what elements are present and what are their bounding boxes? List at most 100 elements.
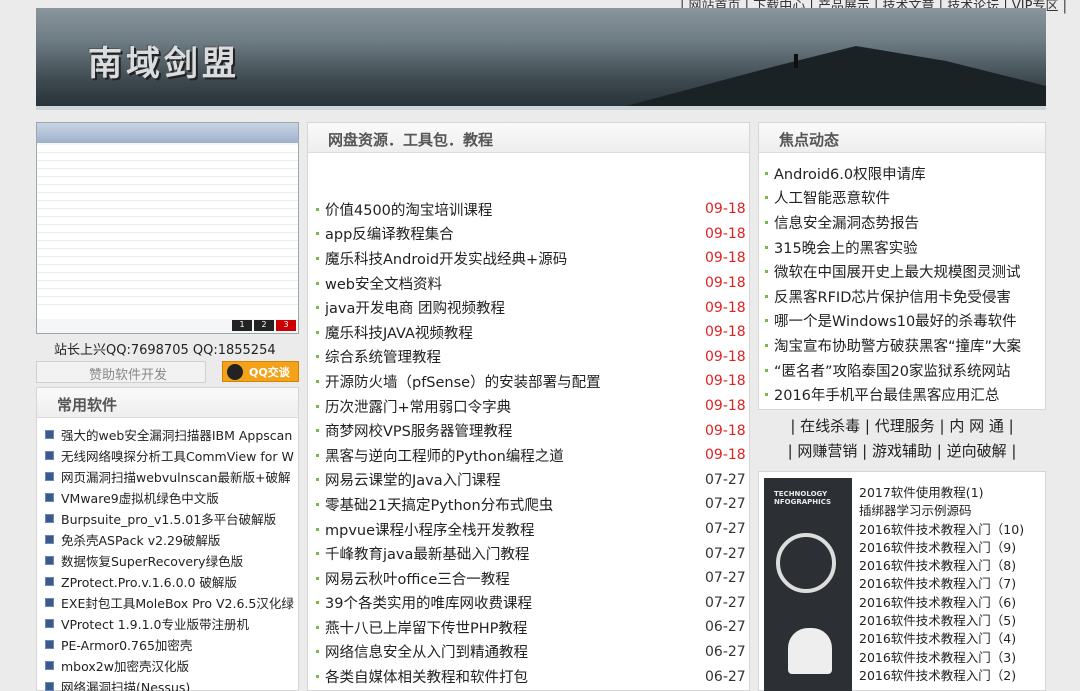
book-link[interactable]: 2016软件技术教程入门（6) [859,592,1024,610]
common-software-panel: 常用软件 强大的web安全漏洞扫描器IBM Appscan 无线网络嗅探分析工具C… [36,387,299,691]
focus-item[interactable]: 微软在中国展开史上最大规模图灵测试 [765,259,1045,284]
resource-item[interactable]: java开发电商 团购视频教程 09-18 [316,295,749,320]
software-item[interactable]: 网络漏洞扫描(Nessus) [45,676,298,691]
file-icon [45,577,54,586]
resource-title[interactable]: 千峰教育java最新基础入门教程 [325,543,705,564]
service-links-row-1[interactable]: | 在线杀毒 | 代理服务 | 内 网 通 | [758,414,1046,439]
resource-title[interactable]: mpvue课程小程序全栈开发教程 [325,519,705,540]
bullet-icon [316,306,319,310]
software-item[interactable]: PE-Armor0.765加密壳 [45,634,298,655]
resource-item[interactable]: 各类自媒体相关教程和软件打包 06-27 [316,664,749,689]
resource-item[interactable]: 千峰教育java最新基础入门教程 07-27 [316,541,749,566]
software-item[interactable]: Burpsuite_pro_v1.5.01多平台破解版 [45,508,298,529]
book-link[interactable]: 2016软件技术教程入门（8) [859,555,1024,573]
resource-item[interactable]: 燕十八已上岸留下传世PHP教程 06-27 [316,615,749,640]
software-item[interactable]: VProtect 1.9.1.0专业版带注册机 [45,613,298,634]
resource-title[interactable]: 零基础21天搞定Python分布式爬虫 [325,494,705,515]
book-link[interactable]: 2016软件技术教程入门（2) [859,665,1024,683]
resource-title[interactable]: 燕十八已上岸留下传世PHP教程 [325,617,705,638]
bullet-icon [765,270,768,274]
resource-title[interactable]: 价值4500的淘宝培训课程 [325,199,705,220]
book-link[interactable]: 2016软件技术教程入门（10) [859,519,1024,537]
resource-item[interactable]: 历次泄露门+常用弱口令字典 09-18 [316,394,749,419]
resources-list: 价值4500的淘宝培训课程 09-18 app反编译教程集合 09-18 魔乐科技And… [308,153,749,691]
software-item[interactable]: ZProtect.Pro.v.1.6.0.0 破解版 [45,571,298,592]
focus-item[interactable]: 淘宝宣布协助警方破获黑客“撞库”大案 [765,333,1045,358]
resource-title[interactable]: java开发电商 团购视频教程 [325,297,705,318]
resource-item[interactable]: mpvue课程小程序全栈开发教程 07-27 [316,517,749,542]
resource-title[interactable]: 39个各类实用的唯库网收费课程 [325,592,705,613]
resource-item[interactable]: 魔乐科技JAVA视频教程 09-18 [316,320,749,345]
software-item[interactable]: 网页漏洞扫描webvulnscan最新版+破解 [45,466,298,487]
screenshot-tab[interactable]: 1 [232,320,252,331]
book-link[interactable]: 2017软件使用教程(1) [859,482,1024,500]
resource-title[interactable]: 黑客与逆向工程师的Python编程之道 [325,445,705,466]
bullet-icon [316,576,319,580]
screenshot-row [37,233,298,241]
focus-item[interactable]: 人工智能恶意软件 [765,186,1045,211]
screenshot-tab[interactable]: 3 [276,320,296,331]
software-item[interactable]: VMware9虚拟机绿色中文版 [45,487,298,508]
resource-title[interactable]: 综合系统管理教程 [325,346,705,367]
focus-item[interactable]: 2016年手机平台最佳黑客应用汇总 [765,382,1045,407]
resource-title[interactable]: 网易云秋叶office三合一教程 [325,568,705,589]
resource-item[interactable]: 网易云课堂的Java入门课程 07-27 [316,468,749,493]
software-item[interactable]: 无线网络嗅探分析工具CommView for W [45,445,298,466]
software-item[interactable]: EXE封包工具MoleBox Pro V2.6.5汉化绿 [45,592,298,613]
focus-item[interactable]: 信息安全漏洞态势报告 [765,210,1045,235]
book-link[interactable]: 插绑器学习示例源码 [859,500,1024,518]
sponsor-button[interactable]: 赞助软件开发 [36,361,206,383]
focus-item[interactable]: Android6.0权限申请库 [765,161,1045,186]
resource-item[interactable]: 零基础21天搞定Python分布式爬虫 07-27 [316,492,749,517]
focus-item[interactable]: 哪一个是Windows10最好的杀毒软件 [765,309,1045,334]
resource-title[interactable]: 历次泄露门+常用弱口令字典 [325,396,705,417]
resource-date: 07-27 [705,594,746,611]
software-item[interactable]: 免杀壳ASPack v2.29破解版 [45,529,298,550]
resource-item[interactable]: 价值4500的淘宝培训课程 09-18 [316,197,749,222]
bullet-icon [316,256,319,260]
resource-item[interactable]: 黑客与逆向工程师的Python编程之道 09-18 [316,443,749,468]
bullet-icon [765,294,768,298]
book-link[interactable]: 2016软件技术教程入门（3) [859,647,1024,665]
resource-item[interactable]: 39个各类实用的唯库网收费课程 07-27 [316,591,749,616]
book-link[interactable]: 2016软件技术教程入门（9) [859,537,1024,555]
book-link[interactable]: 2016软件技术教程入门（5) [859,610,1024,628]
resource-item[interactable]: web安全文档资料 09-18 [316,271,749,296]
service-links-row-2[interactable]: | 网赚营销 | 游戏辅助 | 逆向破解 | [758,439,1046,464]
resource-title[interactable]: 各类自媒体相关教程和软件打包 [325,666,705,687]
resource-item[interactable]: 综合系统管理教程 09-18 [316,345,749,370]
screenshot-table [37,145,298,319]
focus-item-label: 微软在中国展开史上最大规模图灵测试 [774,265,1021,282]
screenshot-tab[interactable]: 2 [254,320,274,331]
resource-item[interactable]: 网易云秋叶office三合一教程 07-27 [316,566,749,591]
resource-title[interactable]: web安全文档资料 [325,273,705,294]
resource-title[interactable]: 网易云课堂的Java入门课程 [325,469,705,490]
site-logo[interactable]: 南域剑盟 [88,36,240,85]
focus-item[interactable]: 315晚会上的黑客实验 [765,235,1045,260]
software-item[interactable]: 数据恢复SuperRecovery绿色版 [45,550,298,571]
software-item[interactable]: 强大的web安全漏洞扫描器IBM Appscan [45,424,298,445]
resource-title[interactable]: 魔乐科技Android开发实战经典+源码 [325,248,705,269]
qq-chat-button[interactable]: QQ交谈 [222,361,299,382]
book-link[interactable]: 2016软件技术教程入门（4) [859,628,1024,646]
book-cover-text: TECHNOLOGY NFOGRAPHICS [774,490,832,506]
resource-title[interactable]: app反编译教程集合 [325,223,705,244]
resource-title[interactable]: 商梦网校VPS服务器管理教程 [325,420,705,441]
book-link[interactable]: 2016软件技术教程入门（7) [859,573,1024,591]
resource-item[interactable]: 商梦网校VPS服务器管理教程 09-18 [316,418,749,443]
software-item[interactable]: mbox2w加密壳汉化版 [45,655,298,676]
software-screenshot: 123 [36,122,299,334]
resource-item[interactable]: app反编译教程集合 09-18 [316,222,749,247]
focus-item[interactable]: 反黑客RFID芯片保护信用卡免受侵害 [765,284,1045,309]
resource-item[interactable]: 网络信息安全从入门到精通教程 06-27 [316,640,749,665]
resource-item[interactable]: 开源防火墙（pfSense）的安装部署与配置 09-18 [316,369,749,394]
bullet-icon [316,453,319,457]
books-panel: TECHNOLOGY NFOGRAPHICS 2017软件使用教程(1) 插绑器学… [758,471,1046,691]
resource-item[interactable]: 魔乐科技Android开发实战经典+源码 09-18 [316,246,749,271]
resource-title[interactable]: 开源防火墙（pfSense）的安装部署与配置 [325,371,705,392]
resource-title[interactable]: 网络信息安全从入门到精通教程 [325,641,705,662]
book-cover-image[interactable]: TECHNOLOGY NFOGRAPHICS [764,478,852,691]
resource-title[interactable]: 魔乐科技JAVA视频教程 [325,322,705,343]
focus-item[interactable]: “匿名者”攻陷泰国20家监狱系统网站 [765,358,1045,383]
resource-date: 09-18 [705,422,746,439]
